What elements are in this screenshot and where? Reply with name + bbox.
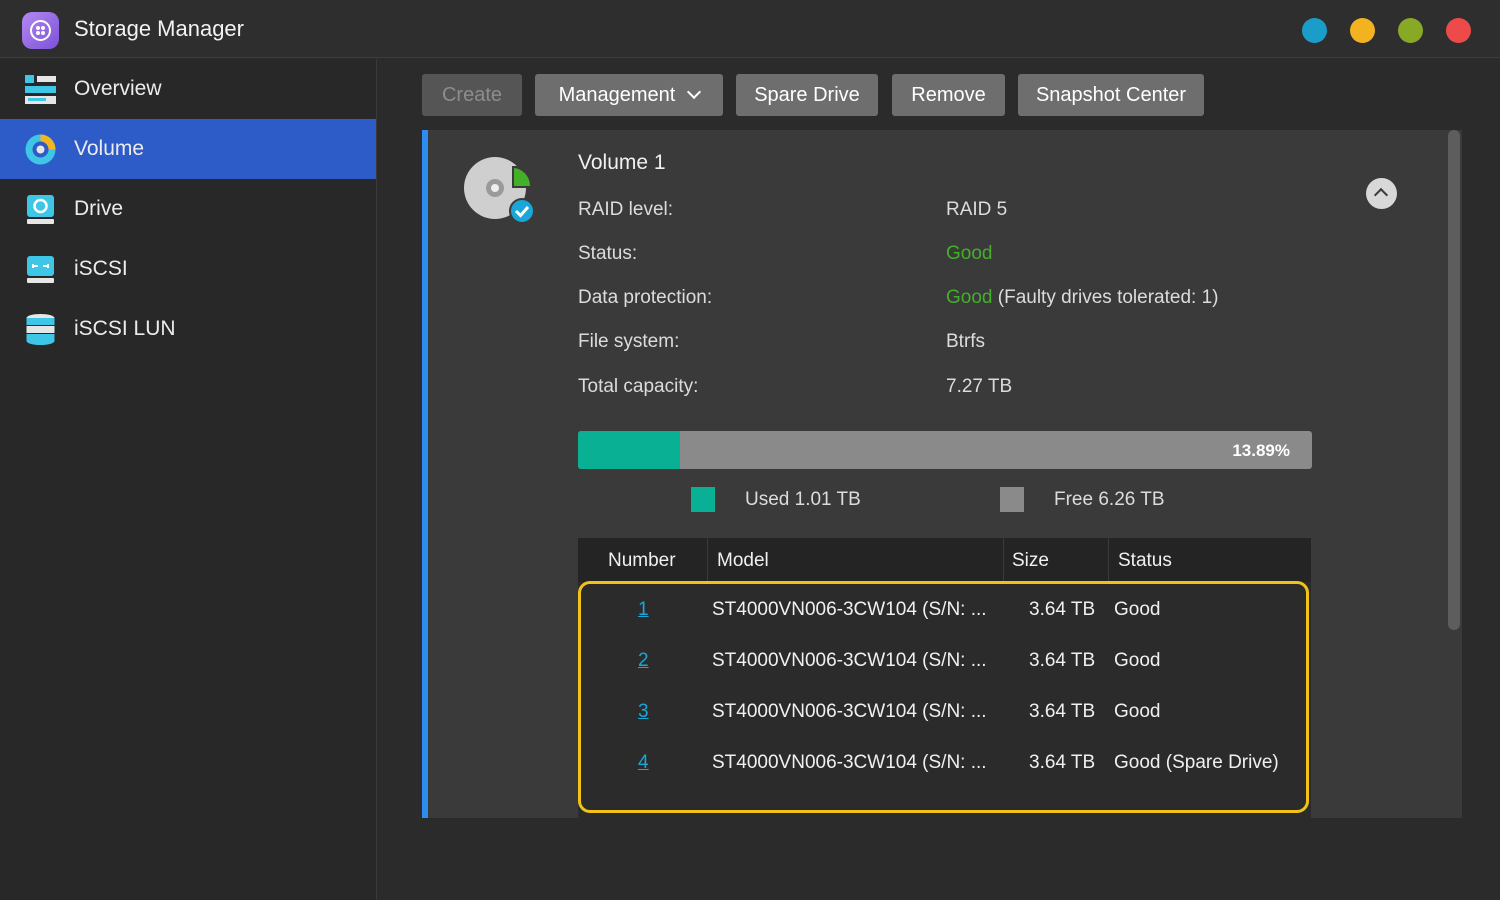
- scrollbar-thumb[interactable]: [1448, 130, 1460, 630]
- total-capacity-label: Total capacity:: [578, 376, 699, 397]
- overview-icon: [25, 75, 56, 104]
- drive-table-header: Number Model Size Status: [578, 538, 1311, 582]
- drive-icon: [27, 195, 54, 224]
- raid-level-value: RAID 5: [946, 199, 1008, 220]
- free-legend-label: Free 6.26 TB: [1054, 489, 1165, 510]
- capacity-bar: 13.89%: [578, 431, 1312, 469]
- sidebar-item-drive[interactable]: Drive: [0, 179, 376, 239]
- sidebar-item-iscsi[interactable]: iSCSI: [0, 239, 376, 299]
- data-protection-value: Good (Faulty drives tolerated: 1): [946, 287, 1218, 309]
- storage-manager-app-icon: [22, 12, 59, 49]
- window-title: Storage Manager: [74, 16, 244, 41]
- management-label: Management: [558, 84, 676, 106]
- spare-drive-button[interactable]: Spare Drive: [736, 74, 878, 116]
- column-header-status[interactable]: Status: [1118, 550, 1172, 572]
- create-button[interactable]: Create: [422, 74, 522, 116]
- title-bar: Storage Manager: [0, 0, 1500, 58]
- iscsi-icon: [27, 256, 54, 283]
- sidebar-item-label: iSCSI LUN: [74, 317, 176, 340]
- window-control-red[interactable]: [1446, 18, 1471, 43]
- sidebar-item-label: Overview: [74, 77, 162, 100]
- data-protection-label: Data protection:: [578, 287, 713, 308]
- sidebar-item-overview[interactable]: Overview: [0, 59, 376, 119]
- window-control-blue[interactable]: [1302, 18, 1327, 43]
- remove-button[interactable]: Remove: [892, 74, 1005, 116]
- sidebar: Overview Volume Drive iSCSI iSCSI LUN: [0, 59, 377, 900]
- status-value: Good: [946, 243, 993, 264]
- free-legend-swatch: [1000, 487, 1024, 512]
- column-header-size[interactable]: Size: [1012, 550, 1049, 572]
- total-capacity-value: 7.27 TB: [946, 376, 1013, 397]
- highlight-box: [578, 581, 1309, 813]
- used-legend-swatch: [691, 487, 715, 512]
- management-dropdown-button[interactable]: Management: [535, 74, 723, 116]
- snapshot-center-button[interactable]: Snapshot Center: [1018, 74, 1204, 116]
- capacity-used-fill: [578, 431, 680, 469]
- raid-level-label: RAID level:: [578, 199, 674, 220]
- data-protection-status: Good: [946, 287, 993, 308]
- chevron-down-icon: [687, 84, 702, 100]
- volume-icon: [25, 134, 56, 165]
- file-system-value: Btrfs: [946, 331, 986, 352]
- sidebar-item-label: iSCSI: [74, 257, 128, 280]
- sidebar-item-iscsi-lun[interactable]: iSCSI LUN: [0, 299, 376, 359]
- chevron-up-icon: [1373, 187, 1389, 203]
- sidebar-item-label: Drive: [74, 197, 124, 220]
- collapse-button[interactable]: [1366, 178, 1397, 209]
- file-system-label: File system:: [578, 331, 680, 352]
- window-control-green[interactable]: [1398, 18, 1423, 43]
- status-label: Status:: [578, 243, 638, 264]
- data-protection-note: (Faulty drives tolerated: 1): [992, 287, 1219, 308]
- sidebar-item-volume[interactable]: Volume: [0, 119, 376, 179]
- iscsi-lun-icon: [26, 314, 55, 345]
- bottom-mask: [422, 818, 1500, 900]
- column-header-number[interactable]: Number: [608, 550, 676, 572]
- volume-disk-icon: [464, 157, 535, 224]
- column-header-model[interactable]: Model: [717, 550, 769, 572]
- used-legend-label: Used 1.01 TB: [745, 489, 861, 510]
- capacity-percent: 13.89%: [1232, 441, 1290, 460]
- sidebar-item-label: Volume: [74, 137, 145, 160]
- window-control-yellow[interactable]: [1350, 18, 1375, 43]
- volume-title: Volume 1: [578, 151, 666, 174]
